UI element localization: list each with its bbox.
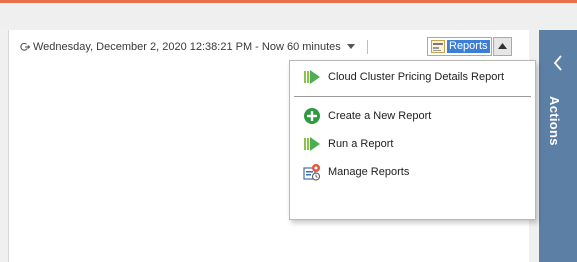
menu-item-label: Create a New Report bbox=[328, 110, 432, 122]
time-range-icon bbox=[20, 42, 30, 51]
chevron-up-icon[interactable] bbox=[498, 43, 507, 49]
time-range-label[interactable]: Wednesday, December 2, 2020 12:38:21 PM … bbox=[33, 41, 341, 53]
time-range-dropdown-icon[interactable] bbox=[346, 44, 355, 50]
top-band bbox=[0, 3, 577, 29]
menu-item-cloud-cluster-pricing-report[interactable]: Cloud Cluster Pricing Details Report bbox=[290, 66, 535, 88]
time-range-selector[interactable]: Wednesday, December 2, 2020 12:38:21 PM … bbox=[20, 40, 380, 54]
toolbar-separator bbox=[366, 40, 368, 54]
menu-item-label: Manage Reports bbox=[328, 166, 410, 178]
menu-divider bbox=[294, 96, 531, 97]
menu-item-label: Run a Report bbox=[328, 138, 394, 150]
reports-button-label[interactable]: Reports bbox=[447, 40, 490, 53]
actions-label[interactable]: Actions bbox=[547, 96, 562, 146]
run-report-icon bbox=[304, 137, 320, 151]
report-icon bbox=[431, 40, 445, 53]
menu-item-run-report[interactable]: Run a Report bbox=[290, 133, 535, 155]
reports-dropdown-menu: Cloud Cluster Pricing Details Report Cre… bbox=[289, 60, 536, 220]
menu-item-create-new-report[interactable]: Create a New Report bbox=[290, 105, 535, 127]
manage-reports-icon bbox=[303, 164, 320, 181]
reports-menu-toggle[interactable] bbox=[493, 37, 512, 56]
menu-item-label: Cloud Cluster Pricing Details Report bbox=[328, 71, 505, 83]
menu-item-manage-reports[interactable]: Manage Reports bbox=[290, 161, 535, 183]
run-report-icon bbox=[304, 70, 320, 84]
chevron-left-icon[interactable] bbox=[552, 54, 564, 72]
add-circle-icon bbox=[304, 108, 320, 124]
reports-button[interactable]: Reports bbox=[427, 37, 492, 56]
actions-panel[interactable]: Actions bbox=[539, 30, 577, 262]
